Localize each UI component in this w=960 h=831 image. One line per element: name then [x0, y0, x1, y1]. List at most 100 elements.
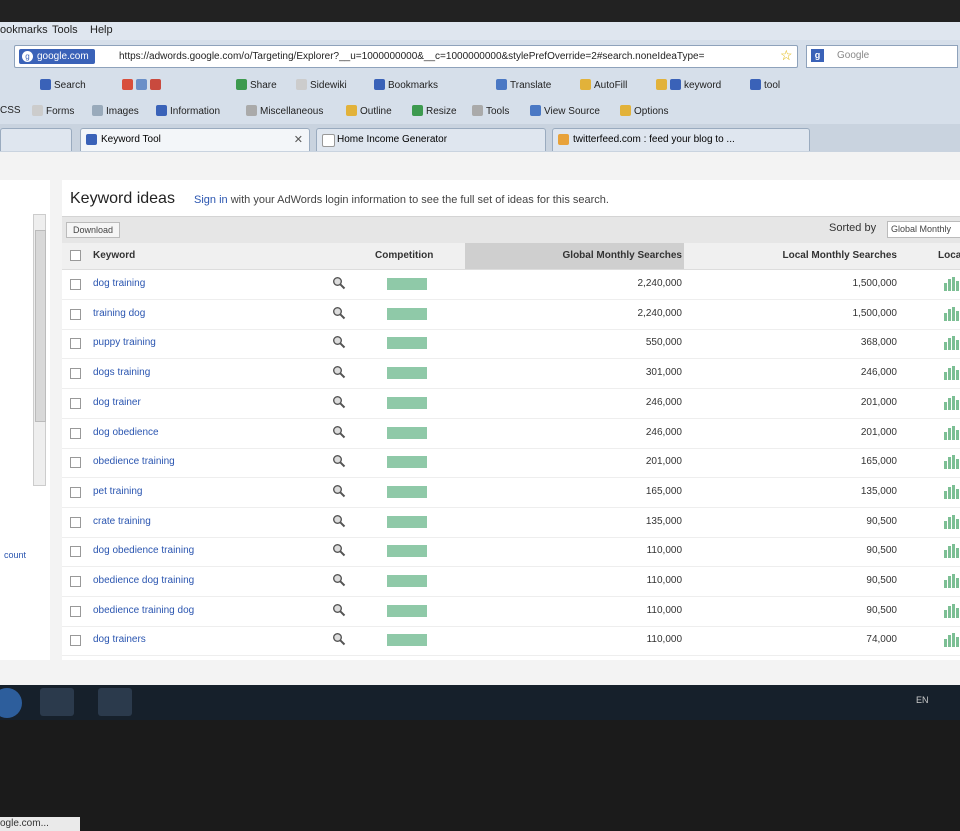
keyword-link[interactable]: training dog — [93, 308, 145, 319]
column-local-monthly-searches[interactable]: Local Monthly Searches — [783, 250, 897, 261]
webdev-view-source[interactable]: View Source — [530, 105, 600, 117]
keyword-link[interactable]: dog obedience training — [93, 545, 194, 556]
row-checkbox[interactable] — [70, 427, 81, 439]
magnifier-icon[interactable] — [332, 365, 346, 379]
sidebar-scrollbar[interactable] — [33, 214, 46, 486]
row-checkbox[interactable] — [70, 368, 81, 380]
windows-taskbar: EN — [0, 685, 960, 720]
webdev-css[interactable]: CSS — [0, 105, 21, 116]
keyword-link[interactable]: dog trainers — [93, 634, 146, 645]
webdev-forms[interactable]: Forms — [32, 105, 74, 117]
row-checkbox[interactable] — [70, 516, 81, 528]
row-checkbox[interactable] — [70, 397, 81, 409]
table-row: puppy training 550,000 368,000 — [62, 329, 960, 360]
keyword-link[interactable]: obedience dog training — [93, 575, 194, 586]
magnifier-icon[interactable] — [332, 425, 346, 439]
webdev-information[interactable]: Information — [156, 105, 220, 117]
row-checkbox[interactable] — [70, 457, 81, 469]
address-bar[interactable]: g google.com https://adwords.google.com/… — [14, 45, 798, 68]
row-checkbox[interactable] — [70, 605, 81, 617]
toolbar-sidewiki[interactable]: Sidewiki — [296, 79, 347, 91]
toolbar-bookmarks[interactable]: Bookmarks — [374, 79, 438, 91]
toolbar-translate[interactable]: Translate — [496, 79, 551, 91]
magnifier-icon[interactable] — [332, 335, 346, 349]
toolbar-search[interactable]: Search — [40, 79, 86, 91]
search-icon — [670, 79, 681, 90]
close-tab-icon[interactable]: ✕ — [294, 133, 303, 146]
row-checkbox[interactable] — [70, 635, 81, 647]
webdev-options[interactable]: Options — [620, 105, 668, 117]
toolbar-tool[interactable]: tool — [750, 79, 780, 91]
keyword-link[interactable]: dog training — [93, 278, 145, 289]
sidebar-link[interactable]: count — [4, 550, 26, 560]
row-checkbox[interactable] — [70, 279, 81, 290]
select-all-checkbox[interactable] — [70, 250, 81, 261]
global-monthly-searches: 2,240,000 — [637, 307, 683, 319]
site-identity-button[interactable]: g google.com — [19, 49, 95, 64]
bookmark-star-icon[interactable]: ☆ — [780, 47, 793, 64]
tab-keyword-tool[interactable]: Keyword Tool ✕ — [80, 128, 310, 151]
menu-tools[interactable]: Tools — [52, 24, 78, 36]
webdev-miscellaneous[interactable]: Miscellaneous — [246, 105, 323, 117]
webdev-tools[interactable]: Tools — [472, 105, 509, 117]
global-monthly-searches: 110,000 — [646, 604, 682, 616]
search-box[interactable]: g Google — [806, 45, 958, 68]
keyword-link[interactable]: crate training — [93, 516, 151, 527]
magnifier-icon[interactable] — [332, 276, 346, 290]
magnifier-icon[interactable] — [332, 306, 346, 320]
column-keyword[interactable]: Keyword — [93, 250, 135, 261]
toolbar-share[interactable]: Share — [236, 79, 277, 91]
table-header: Keyword Competition Global Monthly Searc… — [62, 243, 960, 270]
sort-select[interactable]: Global Monthly — [887, 221, 960, 238]
keyword-link[interactable]: obedience training dog — [93, 605, 194, 616]
start-button[interactable] — [0, 688, 22, 718]
webdev-images[interactable]: Images — [92, 105, 139, 117]
local-monthly-searches: 246,000 — [860, 367, 897, 379]
menu-bookmarks[interactable]: ookmarks — [0, 24, 48, 36]
google-search-engine-icon[interactable]: g — [811, 49, 824, 62]
toolbar-keyword[interactable]: keyword — [656, 79, 721, 91]
keyword-link[interactable]: puppy training — [93, 337, 156, 348]
sign-in-link[interactable]: Sign in — [194, 194, 228, 206]
keyword-ideas-panel: Keyword ideas Sign in with your AdWords … — [62, 180, 960, 660]
magnifier-icon[interactable] — [332, 484, 346, 498]
menu-help[interactable]: Help — [90, 24, 113, 36]
download-button[interactable]: Download — [66, 222, 121, 238]
taskbar-app-button[interactable] — [98, 688, 132, 716]
taskbar-thunderbird-button[interactable] — [40, 688, 74, 716]
address-url[interactable]: https://adwords.google.com/o/Targeting/E… — [119, 51, 779, 62]
keyword-link[interactable]: obedience training — [93, 456, 175, 467]
row-checkbox[interactable] — [70, 546, 81, 558]
tab-twitterfeed[interactable]: twitterfeed.com : feed your blog to ... — [552, 128, 810, 151]
keyword-link[interactable]: pet training — [93, 486, 142, 497]
row-checkbox[interactable] — [70, 308, 81, 320]
column-local-trends[interactable]: Loca — [938, 250, 960, 261]
magnifier-icon[interactable] — [332, 603, 346, 617]
row-checkbox[interactable] — [70, 338, 81, 350]
toolbar-extras[interactable] — [122, 79, 164, 91]
magnifier-icon[interactable] — [332, 573, 346, 587]
row-checkbox[interactable] — [70, 486, 81, 498]
row-checkbox[interactable] — [70, 576, 81, 587]
magnifier-icon[interactable] — [332, 632, 346, 646]
webdev-resize[interactable]: Resize — [412, 105, 457, 117]
toolbar-autofill[interactable]: AutoFill — [580, 79, 627, 91]
magnifier-icon[interactable] — [332, 514, 346, 528]
webdev-outline[interactable]: Outline — [346, 105, 392, 117]
keyword-link[interactable]: dog obedience — [93, 427, 159, 438]
keyword-link[interactable]: dog trainer — [93, 397, 141, 408]
magnifier-icon[interactable] — [332, 395, 346, 409]
language-indicator[interactable]: EN — [916, 695, 929, 705]
local-monthly-searches: 135,000 — [860, 485, 897, 497]
tab-previous[interactable] — [0, 128, 72, 151]
magnifier-icon[interactable] — [332, 454, 346, 468]
left-sidebar: count — [0, 180, 50, 660]
results-toolbar: Download Sorted by Global Monthly — [62, 216, 960, 244]
column-global-monthly-searches[interactable]: Global Monthly Searches — [563, 250, 682, 261]
column-competition[interactable]: Competition — [375, 250, 433, 261]
keyword-link[interactable]: dogs training — [93, 367, 150, 378]
magnifier-icon[interactable] — [332, 543, 346, 557]
scrollbar-thumb[interactable] — [35, 230, 46, 422]
tab-home-income-generator[interactable]: Home Income Generator — [316, 128, 546, 151]
table-row: obedience training dog 110,000 90,500 — [62, 597, 960, 627]
